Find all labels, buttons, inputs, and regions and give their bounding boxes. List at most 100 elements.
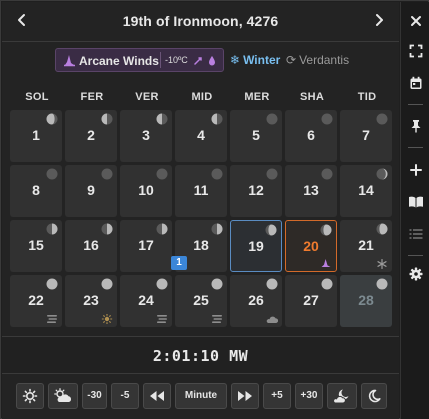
day-cell-16[interactable]: 16 <box>65 220 117 272</box>
day-cell-13[interactable]: 13 <box>285 165 337 217</box>
moon-phase-icon <box>101 113 113 125</box>
calendar-button[interactable] <box>401 72 429 94</box>
day-cell-18[interactable]: 18 1 <box>171 220 227 272</box>
day-number: 14 <box>358 182 374 198</box>
weekday-label: MER <box>244 91 270 103</box>
settings-button[interactable] <box>401 263 429 285</box>
fullscreen-icon <box>409 44 422 58</box>
day-cell-24[interactable]: 24 <box>120 275 172 327</box>
day-number: 15 <box>28 237 44 253</box>
weather-condition: Arcane Winds <box>79 54 159 68</box>
calendar-icon <box>410 76 421 89</box>
list-icon <box>409 229 422 239</box>
time-unit-button[interactable]: Minute <box>175 383 227 409</box>
add-button[interactable] <box>401 159 429 181</box>
day-cell-9[interactable]: 9 <box>65 165 117 217</box>
day-cell-26[interactable]: 26 <box>230 275 282 327</box>
fullscreen-button[interactable] <box>401 40 429 62</box>
moon-phase-icon <box>265 224 277 236</box>
plus-5-button[interactable]: +5 <box>263 383 291 409</box>
pin-icon <box>411 120 420 133</box>
day-cell-5[interactable]: 5 <box>230 110 282 162</box>
sunrise-gear-icon <box>22 388 38 404</box>
day-cell-6[interactable]: 6 <box>285 110 337 162</box>
day-cell-14[interactable]: 14 <box>340 165 392 217</box>
night-button[interactable] <box>361 383 387 409</box>
day-number: 25 <box>193 292 209 308</box>
time-controls: -30 -5 Minute +5 +30 <box>2 380 399 412</box>
day-cell-2[interactable]: 2 <box>65 110 117 162</box>
season-label[interactable]: ❄ Winter <box>230 53 280 67</box>
moon-phase-icon <box>321 113 333 125</box>
day-cell-4[interactable]: 4 <box>175 110 227 162</box>
next-month-button[interactable] <box>367 10 391 34</box>
moon-phase-icon <box>320 224 332 236</box>
calendar-app: 19th of Ironmoon, 4276 Arcane Winds -10º… <box>0 0 429 419</box>
moon-phase-icon <box>211 278 223 290</box>
fast-forward-icon <box>238 391 252 401</box>
day-cell-8[interactable]: 8 <box>10 165 62 217</box>
moon-phase-icon <box>211 223 223 235</box>
add-icon <box>409 164 422 176</box>
plus-30-button[interactable]: +30 <box>295 383 323 409</box>
weekday-label: VER <box>135 91 159 103</box>
notes-button[interactable] <box>401 191 429 213</box>
day-cell-20[interactable]: 20 <box>285 220 337 272</box>
day-number: 10 <box>138 182 154 198</box>
sidebar-toolbar <box>400 2 429 419</box>
day-number: 23 <box>83 292 99 308</box>
day-number: 11 <box>193 182 209 198</box>
snowflake-icon <box>377 259 387 269</box>
previous-month-button[interactable] <box>10 10 34 34</box>
day-number: 2 <box>87 127 95 143</box>
day-cell-27[interactable]: 27 <box>285 275 337 327</box>
day-cell-7[interactable]: 7 <box>340 110 392 162</box>
current-date-title[interactable]: 19th of Ironmoon, 4276 <box>42 13 359 29</box>
chevron-left-icon <box>18 14 25 26</box>
morning-button[interactable] <box>48 383 78 409</box>
day-cell-19[interactable]: 19 <box>230 220 282 272</box>
event-count-badge[interactable]: 1 <box>171 256 187 270</box>
dawn-button[interactable] <box>16 383 44 409</box>
weather-pill[interactable]: Arcane Winds -10ºC <box>55 48 224 72</box>
day-cell-28[interactable]: 28 <box>340 275 392 327</box>
cloud-icon <box>266 316 278 323</box>
day-number: 5 <box>252 127 260 143</box>
fog-icon <box>47 315 57 323</box>
day-cell-21[interactable]: 21 <box>340 220 392 272</box>
weather-row: Arcane Winds -10ºC ❄ Winter ⟳ Verdantis <box>2 48 399 74</box>
pin-button[interactable] <box>401 115 429 137</box>
clock-time[interactable]: 2:01:10 MW <box>2 347 399 365</box>
day-cell-23[interactable]: 23 <box>65 275 117 327</box>
day-cell-10[interactable]: 10 <box>120 165 172 217</box>
rewind-icon <box>150 391 164 401</box>
fast-forward-button[interactable] <box>231 383 259 409</box>
wind-icon <box>194 57 202 65</box>
rewind-button[interactable] <box>143 383 171 409</box>
day-cell-11[interactable]: 11 <box>175 165 227 217</box>
list-button[interactable] <box>401 223 429 245</box>
close-button[interactable] <box>401 10 429 32</box>
day-cell-15[interactable]: 15 <box>10 220 62 272</box>
minus-30-button[interactable]: -30 <box>82 383 107 409</box>
moon-phase-icon <box>376 223 388 235</box>
weekday-header: SOL FER VER MID MER SHA TID <box>10 91 394 105</box>
moon-phase-icon <box>156 113 168 125</box>
moon-phase-icon <box>46 278 58 290</box>
day-cell-3[interactable]: 3 <box>120 110 172 162</box>
day-cell-1[interactable]: 1 <box>10 110 62 162</box>
minus-5-button[interactable]: -5 <box>111 383 139 409</box>
day-number: 24 <box>138 292 154 308</box>
snowflake-icon: ❄ <box>230 53 241 67</box>
day-cell-22[interactable]: 22 <box>10 275 62 327</box>
day-number: 26 <box>248 292 264 308</box>
day-cell-12[interactable]: 12 <box>230 165 282 217</box>
day-number: 18 <box>193 237 209 253</box>
day-cell-17[interactable]: 17 <box>120 220 172 272</box>
day-number: 4 <box>197 127 205 143</box>
day-cell-25[interactable]: 25 <box>175 275 227 327</box>
moon-phase-icon <box>321 168 333 180</box>
evening-button[interactable] <box>327 383 357 409</box>
cycle-label[interactable]: ⟳ Verdantis <box>286 53 349 67</box>
day-number: 7 <box>362 127 370 143</box>
